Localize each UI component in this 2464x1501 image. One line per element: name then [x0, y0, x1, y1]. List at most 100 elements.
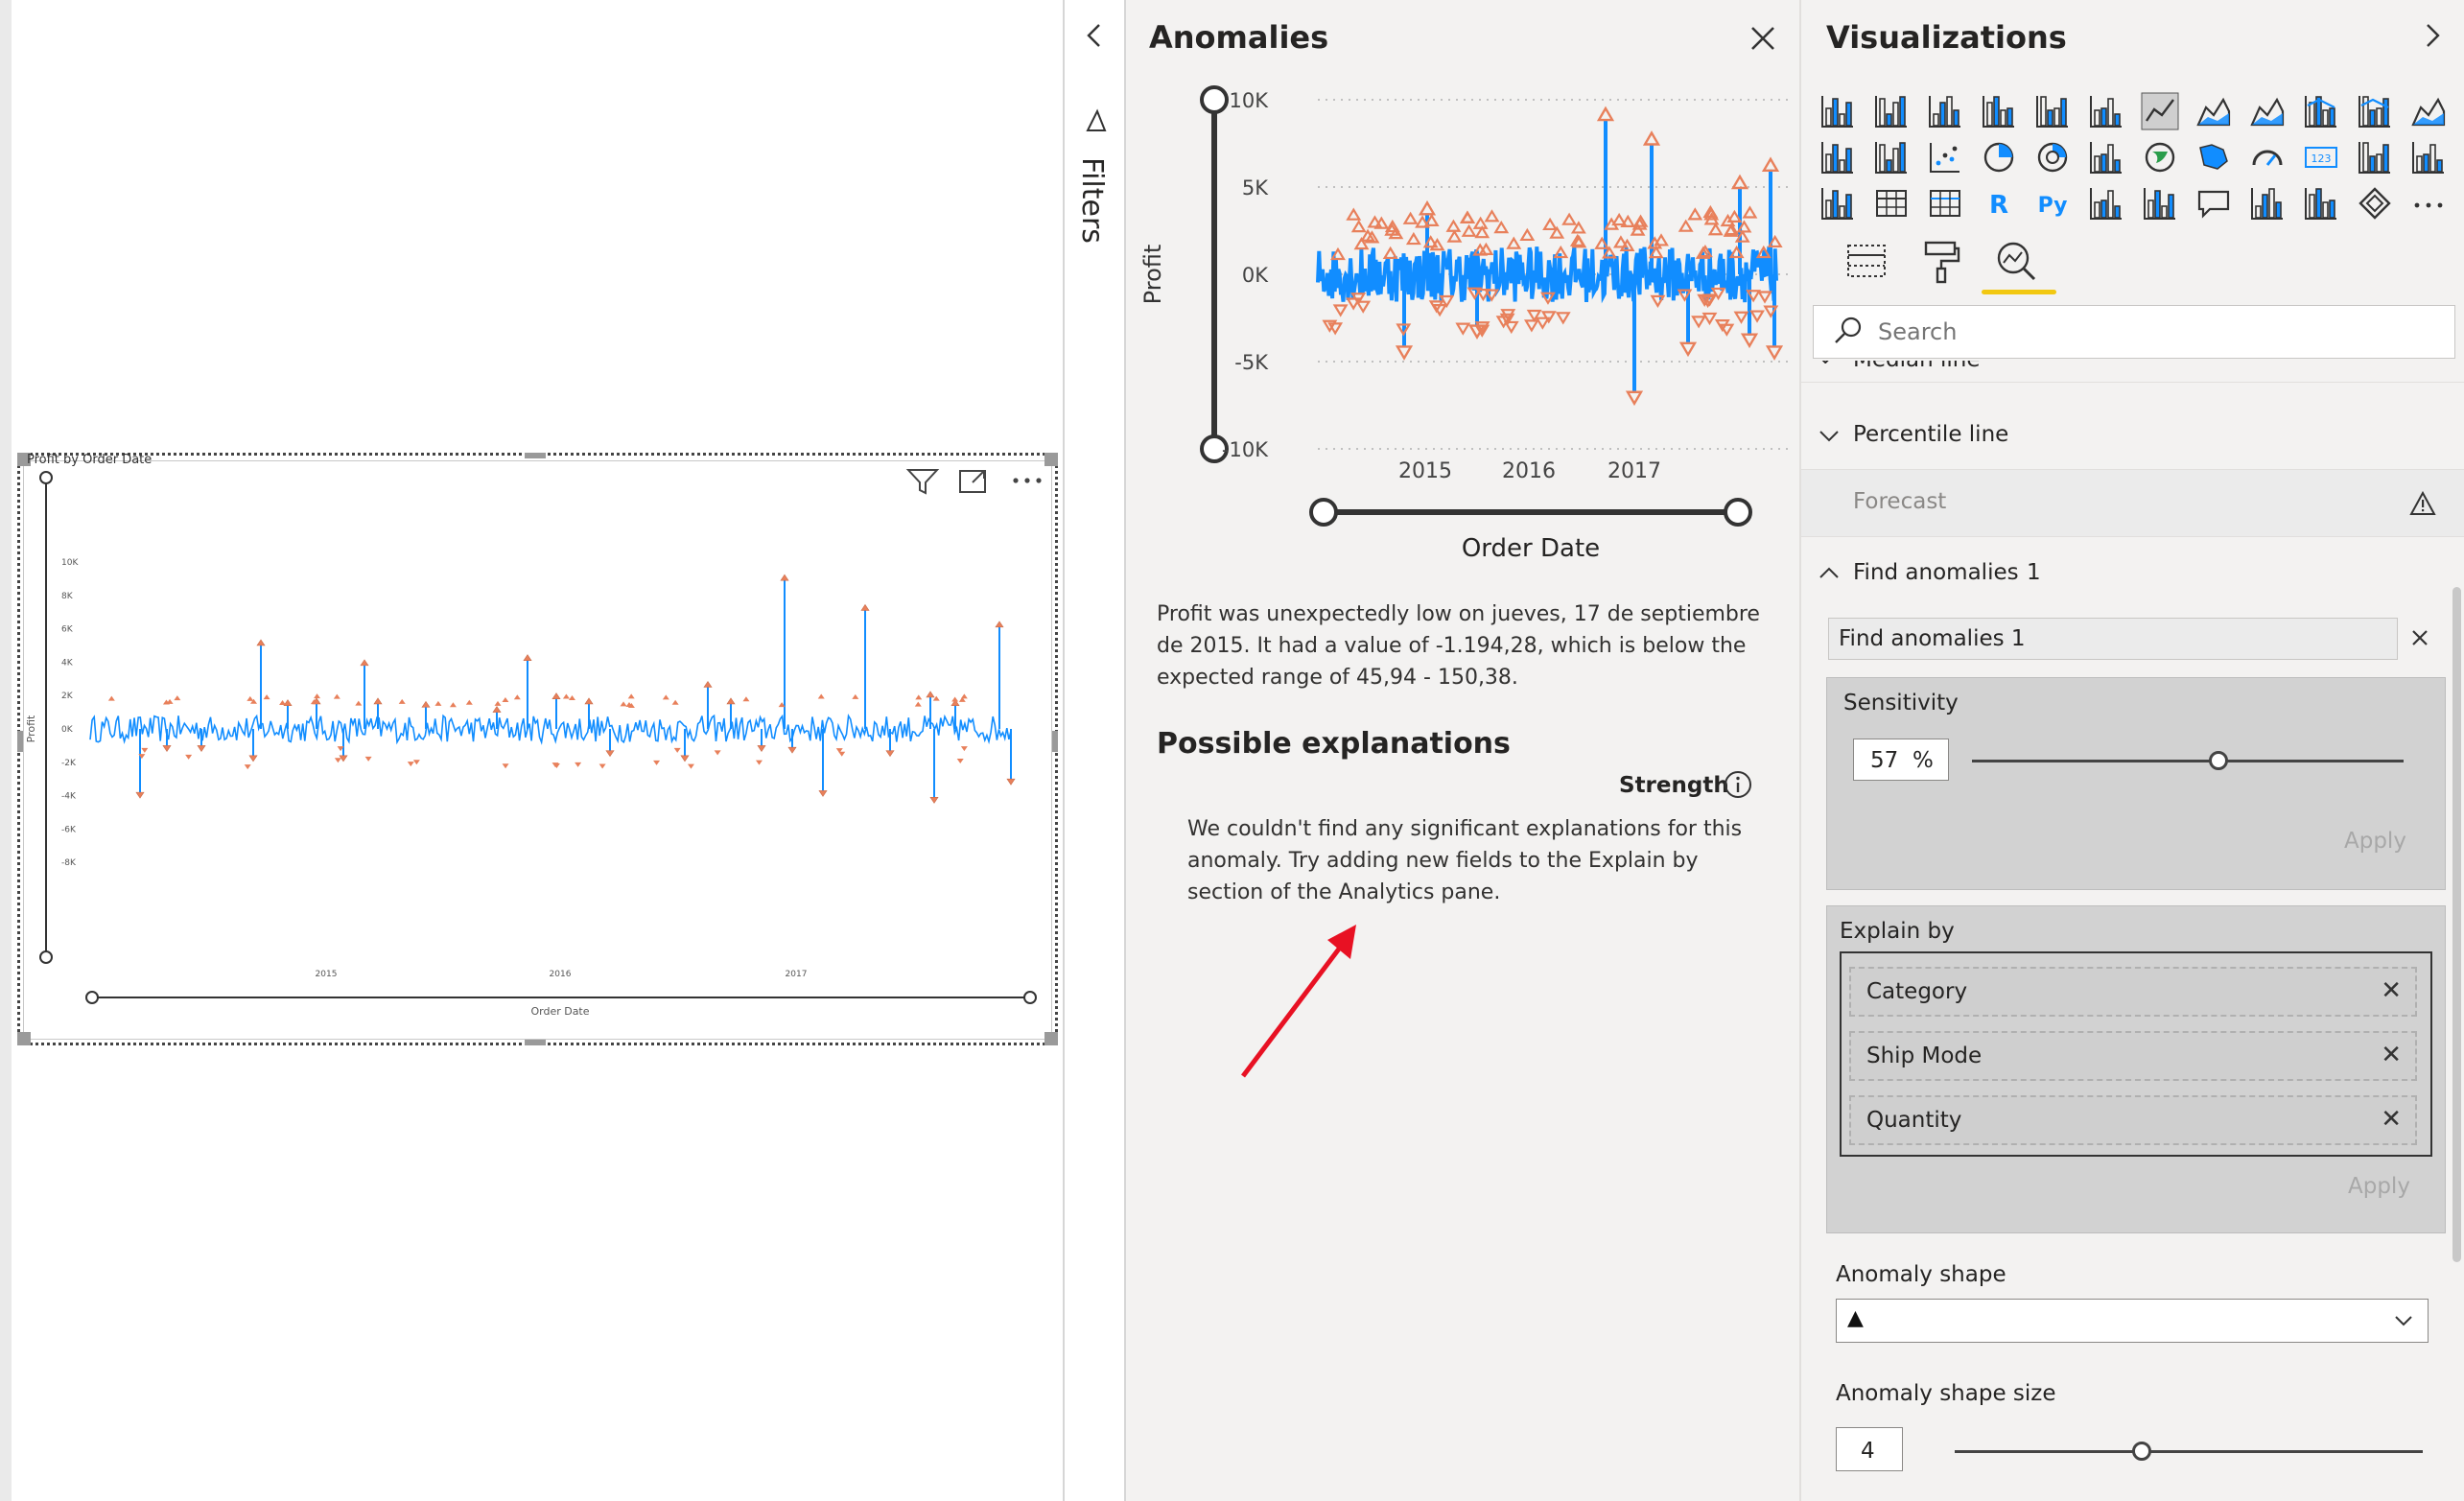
sensitivity-value-box[interactable] — [1853, 739, 1949, 781]
anomaly-marker[interactable] — [1460, 210, 1476, 224]
anomaly-marker[interactable] — [926, 691, 935, 698]
power-apps-icon[interactable] — [2356, 184, 2394, 223]
python-visual-icon[interactable]: Py — [2033, 184, 2072, 223]
anomaly-marker[interactable] — [244, 764, 251, 770]
anomaly-marker[interactable] — [703, 680, 713, 688]
anomaly-marker[interactable] — [162, 745, 172, 752]
anomaly-marker[interactable] — [1654, 233, 1669, 246]
anomaly-marker[interactable] — [914, 701, 922, 707]
explain-by-field-ship-mode[interactable]: Ship Mode ✕ — [1849, 1031, 2417, 1081]
section-percentile-line[interactable]: Percentile line — [1801, 403, 2464, 470]
anomaly-marker[interactable] — [1678, 219, 1694, 232]
clustered-bar-chart-icon[interactable] — [1926, 92, 1964, 130]
smart-narrative-icon[interactable] — [2248, 184, 2287, 223]
anomaly-marker[interactable] — [1395, 345, 1414, 361]
anomaly-marker[interactable] — [1650, 294, 1666, 309]
line-and-clustered-column-icon[interactable] — [2356, 92, 2394, 130]
analytics-magnifier-icon[interactable] — [1995, 240, 2037, 282]
remove-field-icon[interactable]: ✕ — [2381, 976, 2402, 1005]
anomaly-marker[interactable] — [107, 695, 115, 701]
qa-icon[interactable] — [2194, 184, 2233, 223]
anomaly-marker[interactable] — [398, 698, 406, 704]
anomaly-marker[interactable] — [1733, 311, 1749, 324]
anomaly-marker[interactable] — [1691, 316, 1707, 329]
remove-field-icon[interactable]: ✕ — [2381, 1041, 2402, 1069]
anomaly-marker[interactable] — [314, 693, 321, 699]
anomaly-marker[interactable] — [817, 693, 825, 699]
collapse-left-icon[interactable] — [1082, 21, 1107, 50]
anomaly-marker[interactable] — [915, 694, 923, 700]
anomaly-marker[interactable] — [523, 654, 532, 661]
card-icon[interactable]: 123 — [2302, 138, 2340, 176]
anomaly-marker[interactable] — [256, 639, 266, 646]
sensitivity-apply-button[interactable]: Apply — [2344, 829, 2406, 854]
anomaly-marker[interactable] — [726, 697, 736, 705]
anomaly-marker[interactable] — [960, 746, 968, 752]
more-visuals-icon[interactable] — [2409, 184, 2448, 223]
anomaly-marker[interactable] — [1478, 242, 1494, 255]
waterfall-chart-icon[interactable] — [1819, 138, 1857, 176]
multi-row-card-icon[interactable] — [2356, 138, 2394, 176]
anomaly-marker[interactable] — [755, 760, 763, 765]
decomposition-tree-icon[interactable] — [2141, 184, 2179, 223]
anomaly-marker[interactable] — [662, 694, 669, 700]
anomaly-marker[interactable] — [373, 697, 383, 705]
anomaly-marker[interactable] — [492, 706, 502, 713]
anomaly-marker[interactable] — [562, 693, 570, 699]
anomaly-shape-dropdown[interactable] — [1836, 1299, 2429, 1343]
anomaly-marker[interactable] — [598, 763, 606, 769]
anomaly-marker[interactable] — [1596, 106, 1615, 122]
x-range-handle-left[interactable] — [1309, 498, 1338, 527]
anomaly-marker[interactable] — [355, 700, 363, 706]
anomaly-marker[interactable] — [687, 763, 694, 769]
anomaly-marker[interactable] — [1332, 304, 1349, 317]
anomaly-marker[interactable] — [1749, 310, 1765, 323]
explain-by-apply-button[interactable]: Apply — [2348, 1174, 2410, 1199]
100-stacked-bar-chart-icon[interactable] — [2033, 92, 2072, 130]
y-range-handle-top[interactable] — [39, 471, 53, 484]
anomaly-marker[interactable] — [1519, 227, 1536, 242]
section-find-anomalies[interactable]: Find anomalies 1 — [1801, 541, 2464, 608]
anomaly-marker[interactable] — [1540, 311, 1557, 324]
anomaly-shape-size-slider-track[interactable] — [1955, 1450, 2423, 1453]
anomaly-marker[interactable] — [780, 574, 789, 581]
anomaly-marker[interactable] — [513, 694, 521, 700]
line-and-column-chart-icon[interactable] — [2302, 92, 2340, 130]
donut-chart-icon[interactable] — [2033, 138, 2072, 176]
anomaly-marker[interactable] — [995, 621, 1004, 628]
map-icon[interactable] — [2141, 138, 2179, 176]
anomaly-marker[interactable] — [671, 699, 679, 705]
anomaly-marker[interactable] — [757, 745, 766, 752]
treemap-icon[interactable] — [2087, 138, 2125, 176]
stacked-bar-chart-icon[interactable] — [1819, 92, 1857, 130]
anomaly-marker[interactable] — [360, 659, 369, 667]
anomaly-marker[interactable] — [1350, 219, 1367, 233]
anomaly-marker[interactable] — [197, 745, 206, 752]
anomaly-marker[interactable] — [1455, 322, 1471, 336]
pie-chart-icon[interactable] — [1980, 138, 2018, 176]
area-chart-icon[interactable] — [2194, 92, 2233, 130]
anomaly-marker[interactable] — [787, 746, 797, 754]
anomaly-marker[interactable] — [246, 695, 254, 701]
gauge-icon[interactable] — [2248, 138, 2287, 176]
filters-label[interactable]: Filters — [1074, 153, 1113, 259]
anomaly-marker[interactable] — [714, 750, 721, 756]
anomaly-marker[interactable] — [1678, 341, 1698, 358]
anomaly-marker[interactable] — [956, 759, 964, 764]
kpi-icon[interactable] — [2409, 138, 2448, 176]
series-line[interactable] — [89, 713, 1012, 745]
anomaly-marker[interactable] — [1523, 319, 1539, 333]
table-icon[interactable] — [1872, 184, 1911, 223]
anomaly-marker[interactable] — [885, 750, 895, 758]
anomaly-marker[interactable] — [364, 756, 372, 762]
anomaly-item-name-input[interactable] — [1828, 618, 2398, 660]
anomaly-marker[interactable] — [951, 696, 959, 702]
anomaly-marker[interactable] — [334, 758, 341, 763]
anomaly-marker[interactable] — [929, 797, 939, 804]
anomaly-marker[interactable] — [421, 700, 431, 708]
resize-handle-mr[interactable] — [1052, 731, 1058, 752]
anomaly-preview-chart[interactable]: Profit 10K 5K 0K -5K -10K 2015 2016 2017 Order Da… — [1126, 67, 1801, 585]
anomaly-marker[interactable] — [1461, 223, 1477, 237]
line-chart-icon[interactable] — [2141, 92, 2179, 130]
format-paint-roller-icon[interactable] — [1922, 240, 1960, 284]
